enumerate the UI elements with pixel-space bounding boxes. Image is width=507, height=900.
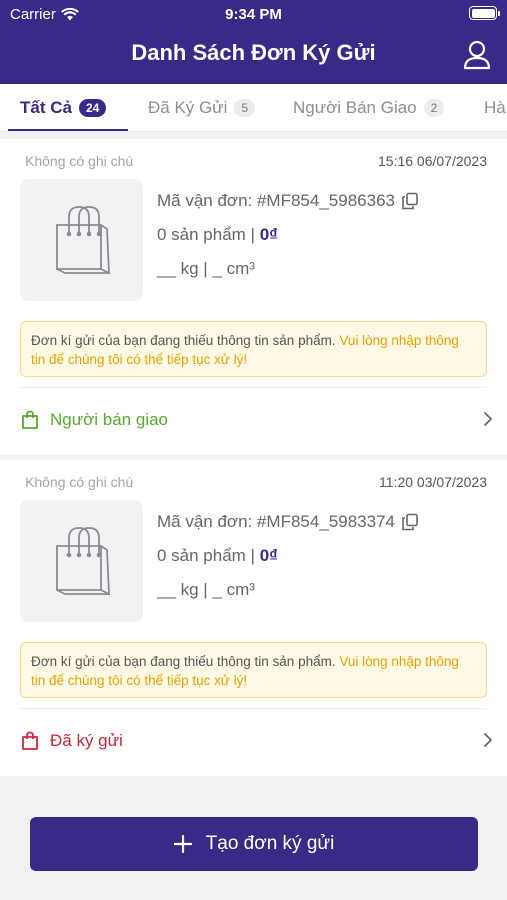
filter-tabs: Tất Cả 24 Đã Ký Gửi 5 Người Bán Giao 2 H… xyxy=(0,84,507,132)
order-status-row[interactable]: Người bán giao xyxy=(20,389,495,451)
product-count: 0 sản phẩm | xyxy=(157,225,260,244)
status-bag-icon xyxy=(22,731,38,750)
product-thumbnail xyxy=(20,179,143,301)
product-count: 0 sản phẩm | xyxy=(157,546,260,565)
plus-icon xyxy=(173,835,192,853)
warning-text: Đơn kí gửi của bạn đang thiếu thông tin … xyxy=(31,654,340,669)
tab-label: Hà xyxy=(484,98,506,117)
order-status-row[interactable]: Đã ký gửi xyxy=(20,710,495,772)
product-thumbnail xyxy=(20,500,143,622)
battery-icon xyxy=(469,6,500,20)
create-order-button[interactable]: Tạo đơn ký gửi xyxy=(30,817,478,871)
status-bar: Carrier 9:34 PM xyxy=(0,0,507,28)
tab-seller-delivery[interactable]: Người Bán Giao 2 xyxy=(293,84,445,131)
shopping-bag-icon xyxy=(55,527,110,596)
order-timestamp: 11:20 03/07/2023 xyxy=(379,474,487,490)
weight-volume: __ kg | _ cm³ xyxy=(157,580,255,599)
user-profile-icon[interactable] xyxy=(463,40,491,70)
shopping-bag-icon xyxy=(55,206,110,275)
copy-icon[interactable] xyxy=(401,513,419,531)
quantity-price: 0 sản phẩm | 0₫ xyxy=(157,546,278,566)
order-card[interactable]: Không có ghi chú 15:16 06/07/2023 Mã vận… xyxy=(0,139,507,455)
chevron-right-icon xyxy=(484,733,492,747)
divider xyxy=(20,708,487,709)
order-price: 0₫ xyxy=(259,225,278,244)
tab-all[interactable]: Tất Cả 24 xyxy=(20,84,107,131)
order-status-label: Đã ký gửi xyxy=(50,731,123,750)
order-status-label: Người bán giao xyxy=(50,410,168,429)
tab-consigned[interactable]: Đã Ký Gửi 5 xyxy=(148,84,256,131)
tracking-code-row: Mã vận đơn: #MF854_5986363 xyxy=(157,191,419,211)
active-tab-indicator xyxy=(8,129,128,131)
weight-volume: __ kg | _ cm³ xyxy=(157,259,255,278)
order-note: Không có ghi chú xyxy=(25,153,134,169)
create-order-label: Tạo đơn ký gửi xyxy=(205,833,335,854)
tab-count-badge: 5 xyxy=(234,99,256,117)
order-price: 0₫ xyxy=(259,546,278,565)
tracking-code: Mã vận đơn: #MF854_5986363 xyxy=(157,191,395,210)
tab-label: Người Bán Giao xyxy=(293,98,417,117)
tracking-code-row: Mã vận đơn: #MF854_5983374 xyxy=(157,512,419,532)
tab-label: Tất Cả xyxy=(20,98,72,117)
order-card[interactable]: Không có ghi chú 11:20 03/07/2023 Mã vận… xyxy=(0,460,507,776)
warning-text: Đơn kí gửi của bạn đang thiếu thông tin … xyxy=(31,333,340,348)
divider xyxy=(20,387,487,388)
status-time: 9:34 PM xyxy=(225,6,282,23)
bottom-action-bar: Tạo đơn ký gửi xyxy=(0,788,507,900)
tab-label: Đã Ký Gửi xyxy=(148,98,228,117)
tab-count-badge: 24 xyxy=(78,99,107,117)
missing-info-warning[interactable]: Đơn kí gửi của bạn đang thiếu thông tin … xyxy=(20,321,487,377)
copy-icon[interactable] xyxy=(401,192,419,210)
status-bag-icon xyxy=(22,410,38,429)
app-header: Carrier 9:34 PM Danh Sách Đơn Ký Gửi xyxy=(0,0,507,84)
order-note: Không có ghi chú xyxy=(25,474,134,490)
tab-count-badge: 2 xyxy=(423,99,445,117)
missing-info-warning[interactable]: Đơn kí gửi của bạn đang thiếu thông tin … xyxy=(20,642,487,698)
chevron-right-icon xyxy=(484,412,492,426)
tracking-code: Mã vận đơn: #MF854_5983374 xyxy=(157,512,395,531)
page-title: Danh Sách Đơn Ký Gửi xyxy=(131,40,376,65)
order-timestamp: 15:16 06/07/2023 xyxy=(378,153,487,169)
tab-next[interactable]: Hà xyxy=(484,84,506,131)
quantity-price: 0 sản phẩm | 0₫ xyxy=(157,225,278,245)
